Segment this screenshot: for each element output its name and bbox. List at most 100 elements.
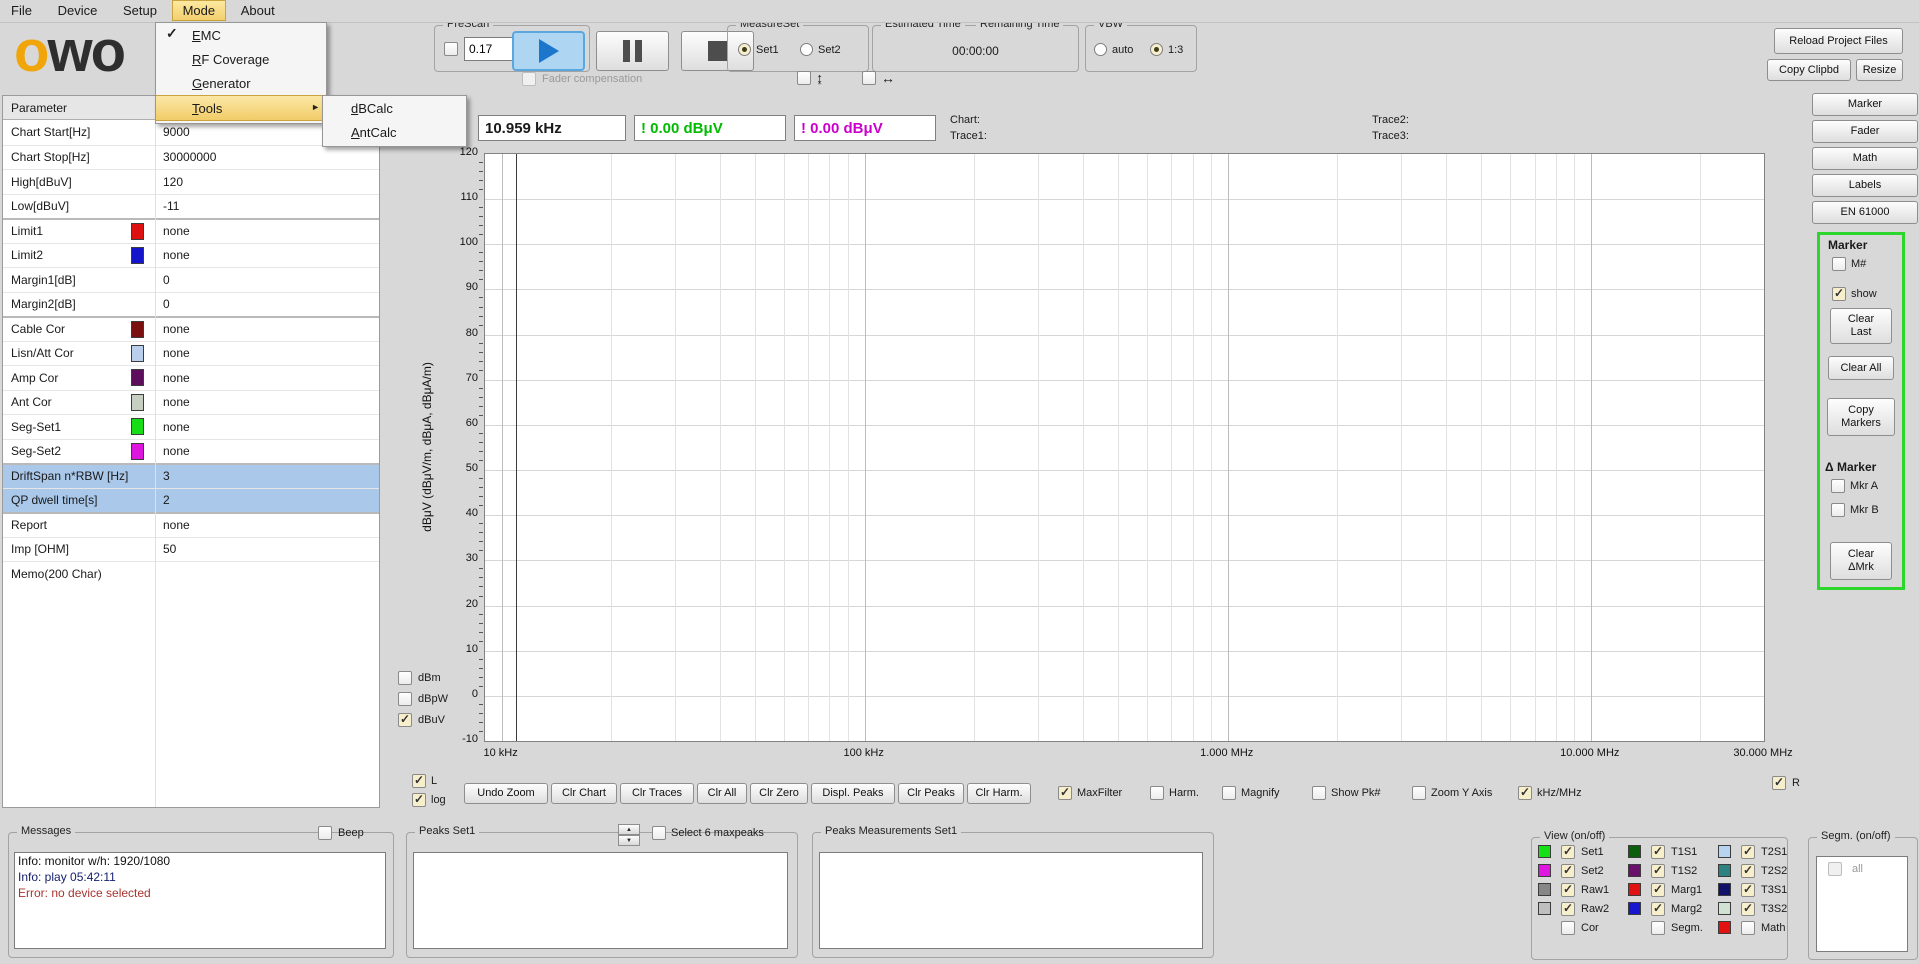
param-row[interactable]: Lisn/Att Cornone [3,341,379,366]
zoom-y-axis-checkbox[interactable] [1412,786,1426,800]
param-row[interactable]: Seg-Set1none [3,414,379,439]
menu-item-antcalc[interactable]: AntCalc [323,120,466,144]
dbpw-checkbox[interactable] [398,692,412,706]
fader-tab-button[interactable]: Fader [1812,120,1918,143]
vbw-auto-radio[interactable] [1094,43,1107,56]
log-scale-checkbox[interactable] [412,793,426,807]
menu-item-dbcalc[interactable]: dBCalc [323,96,466,120]
param-row[interactable]: Chart Stop[Hz]30000000 [3,145,379,170]
param-row[interactable]: Reportnone [3,512,379,537]
peaks-set1-listbox[interactable] [413,852,788,949]
param-row[interactable]: Low[dBuV]-11 [3,194,379,219]
m-number-checkbox[interactable] [1832,257,1846,271]
param-row[interactable]: High[dBuV]120 [3,169,379,194]
param-row[interactable]: Margin2[dB]0 [3,292,379,317]
param-row[interactable]: Margin1[dB]0 [3,267,379,292]
param-row[interactable]: Imp [OHM]50 [3,537,379,562]
en61000-tab-button[interactable]: EN 61000 [1812,201,1918,224]
menu-item-generator[interactable]: Generator [156,71,326,95]
peaks-spinner-up[interactable]: ▲ [618,824,640,835]
param-row[interactable]: Limit2none [3,243,379,268]
marker-frequency-readout[interactable]: 10.959 kHz [478,115,626,141]
param-row[interactable]: Cable Cornone [3,316,379,341]
math-tab-button[interactable]: Math [1812,147,1918,170]
clear-last-button[interactable]: Clear Last [1830,308,1892,344]
khz-mhz-checkbox[interactable] [1518,786,1532,800]
menu-item-rf-coverage[interactable]: RF Coverage [156,47,326,71]
param-row[interactable]: Ant Cornone [3,390,379,415]
displ-peaks-button[interactable]: Displ. Peaks [811,783,895,804]
menu-mode[interactable]: Mode [172,0,227,21]
view-t3s1-checkbox[interactable] [1741,883,1755,897]
beep-checkbox[interactable] [318,826,332,840]
param-row[interactable]: QP dwell time[s]2 [3,488,379,513]
messages-listbox[interactable]: Info: monitor w/h: 1920/1080Info: play 0… [14,852,386,949]
show-markers-checkbox[interactable] [1832,287,1846,301]
prescan-checkbox[interactable] [444,42,458,56]
magnify-checkbox[interactable] [1222,786,1236,800]
dbuv-checkbox[interactable] [398,713,412,727]
fader-compensation-checkbox[interactable] [522,72,536,86]
resize-button[interactable]: Resize [1856,59,1903,81]
marker-tab-button[interactable]: Marker [1812,93,1918,116]
clr-peaks-button[interactable]: Clr Peaks [898,783,964,804]
view-set2-checkbox[interactable] [1561,864,1575,878]
show-pk-checkbox[interactable] [1312,786,1326,800]
left-axis-checkbox[interactable] [412,774,426,788]
view-cor-checkbox[interactable] [1561,921,1575,935]
clear-delta-mrk-button[interactable]: Clear ΔMrk [1830,542,1892,580]
view-math-checkbox[interactable] [1741,921,1755,935]
view-t3s2-checkbox[interactable] [1741,902,1755,916]
peaks-measurements-listbox[interactable] [819,852,1203,949]
set1-radio[interactable] [738,43,751,56]
clear-all-button[interactable]: Clear All [1828,356,1894,380]
view-marg2-checkbox[interactable] [1651,902,1665,916]
menu-file[interactable]: File [0,0,43,21]
select-maxpeaks-checkbox[interactable] [652,826,666,840]
horizontal-fit-checkbox[interactable] [862,71,876,85]
copy-clipbd-button[interactable]: Copy Clipbd [1767,59,1851,81]
menu-about[interactable]: About [230,0,286,21]
copy-markers-button[interactable]: Copy Markers [1827,398,1895,436]
view-raw1-checkbox[interactable] [1561,883,1575,897]
clr-harm-button[interactable]: Clr Harm. [967,783,1031,804]
view-t1s1-checkbox[interactable] [1651,845,1665,859]
play-button[interactable] [512,31,585,71]
view-t2s1-checkbox[interactable] [1741,845,1755,859]
view-raw2-checkbox[interactable] [1561,902,1575,916]
reload-project-files-button[interactable]: Reload Project Files [1774,28,1903,54]
pause-button[interactable] [596,31,669,71]
vertical-fit-checkbox[interactable] [797,71,811,85]
menu-item-tools[interactable]: Tools ► [156,95,326,121]
mkr-b-checkbox[interactable] [1831,503,1845,517]
param-row[interactable]: Seg-Set2none [3,439,379,464]
right-axis-checkbox[interactable] [1772,776,1786,790]
param-row[interactable]: Memo(200 Char) [3,561,379,586]
menu-setup[interactable]: Setup [112,0,168,21]
labels-tab-button[interactable]: Labels [1812,174,1918,197]
clr-all-button[interactable]: Clr All [697,783,747,804]
view-marg1-checkbox[interactable] [1651,883,1665,897]
menu-device[interactable]: Device [47,0,109,21]
view-t1s2-checkbox[interactable] [1651,864,1665,878]
view-t2s2-checkbox[interactable] [1741,864,1755,878]
param-row[interactable]: DriftSpan n*RBW [Hz]3 [3,463,379,488]
peaks-spinner-down[interactable]: ▼ [618,835,640,846]
param-row[interactable]: Amp Cornone [3,365,379,390]
clr-traces-button[interactable]: Clr Traces [620,783,694,804]
undo-zoom-button[interactable]: Undo Zoom [464,783,548,804]
harm-checkbox[interactable] [1150,786,1164,800]
clr-chart-button[interactable]: Clr Chart [551,783,617,804]
spectrum-plot-area[interactable] [484,153,1765,742]
view-segm-checkbox[interactable] [1651,921,1665,935]
segm-all-checkbox[interactable] [1828,862,1842,876]
menu-item-emc[interactable]: ✓ EMC [156,23,326,47]
view-set1-checkbox[interactable] [1561,845,1575,859]
vbw-13-radio[interactable] [1150,43,1163,56]
mkr-a-checkbox[interactable] [1831,479,1845,493]
set2-radio[interactable] [800,43,813,56]
dbm-checkbox[interactable] [398,671,412,685]
clr-zero-button[interactable]: Clr Zero [750,783,808,804]
param-row[interactable]: Limit1none [3,218,379,243]
maxfilter-checkbox[interactable] [1058,786,1072,800]
